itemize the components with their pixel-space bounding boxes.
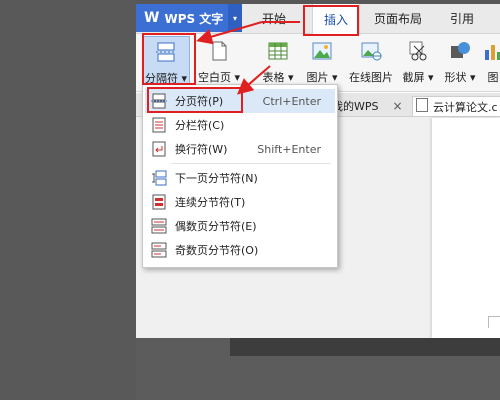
tab-page-layout[interactable]: 页面布局	[368, 4, 428, 32]
tab-references[interactable]: 引用	[442, 4, 482, 32]
continuous-section-icon	[152, 194, 166, 210]
menu-item-odd-page-section[interactable]: 奇数页分节符(O)	[145, 238, 335, 262]
doc-tab-label: 我的WPS	[332, 100, 379, 113]
blank-page-icon	[212, 41, 227, 61]
document-page[interactable]	[432, 118, 500, 338]
menu-item-shortcut: Ctrl+Enter	[262, 94, 321, 108]
app-name: WPS 文字	[164, 11, 224, 26]
menu-item-label: 分栏符(C)	[175, 119, 225, 132]
chart-label: 图	[487, 71, 499, 84]
page-corner-mark	[488, 316, 500, 328]
shape-icon	[451, 42, 470, 58]
screenshot-button[interactable]: 截屏 ▾	[400, 36, 436, 88]
screenshot-label: 截屏 ▾	[402, 71, 434, 84]
shape-label: 形状 ▾	[444, 71, 476, 84]
menu-item-continuous-section[interactable]: 连续分节符(T)	[145, 190, 335, 214]
scissors-icon	[409, 41, 427, 61]
table-label: 表格 ▾	[262, 71, 294, 84]
document-icon	[416, 98, 428, 112]
tab-home[interactable]: 开始	[254, 4, 294, 32]
menu-item-even-page-section[interactable]: 偶数页分节符(E)	[145, 214, 335, 238]
menu-item-line-break[interactable]: 换行符(W) Shift+Enter	[145, 137, 335, 161]
picture-label: 图片 ▾	[306, 71, 338, 84]
doc-tab-my-wps[interactable]: 我的WPS ×	[332, 96, 403, 116]
chart-button[interactable]: 图	[482, 36, 500, 88]
next-page-section-icon	[152, 170, 167, 186]
highlight-box-break-button	[142, 33, 196, 85]
menu-item-column-break[interactable]: 分栏符(C)	[145, 113, 335, 137]
wps-app-button[interactable]: W WPS 文字	[136, 4, 228, 32]
even-page-section-icon	[151, 218, 167, 234]
desktop-shadow	[230, 338, 500, 356]
close-icon[interactable]: ×	[393, 99, 403, 113]
highlight-box-insert-tab	[303, 5, 359, 36]
blank-page-label: 空白页 ▾	[197, 71, 241, 84]
chart-icon	[485, 45, 500, 60]
app-menu-caret[interactable]: ▾	[228, 4, 242, 32]
online-picture-button[interactable]: 在线图片	[346, 36, 396, 88]
desktop-background	[0, 0, 136, 400]
menu-item-next-page-section[interactable]: 下一页分节符(N)	[145, 166, 335, 190]
table-icon	[268, 42, 288, 60]
picture-icon	[312, 42, 332, 60]
menu-item-shortcut: Shift+Enter	[257, 142, 321, 156]
menu-item-label: 奇数页分节符(O)	[175, 244, 259, 257]
line-break-icon	[152, 141, 166, 157]
menu-item-label: 下一页分节符(N)	[175, 172, 258, 185]
menu-item-label: 连续分节符(T)	[175, 196, 246, 209]
column-break-icon	[152, 117, 166, 133]
online-picture-icon	[361, 42, 382, 61]
menu-item-label: 换行符(W)	[175, 143, 228, 156]
menu-item-label: 偶数页分节符(E)	[175, 220, 257, 233]
highlight-box-page-break	[147, 87, 243, 113]
picture-button[interactable]: 图片 ▾	[302, 36, 342, 88]
blank-page-button[interactable]: 空白页 ▾	[196, 36, 242, 88]
doc-tab-current[interactable]: 云计算论文.c	[412, 96, 500, 116]
shape-button[interactable]: 形状 ▾	[440, 36, 480, 88]
wps-logo-icon: W	[144, 10, 160, 26]
online-picture-label: 在线图片	[349, 71, 393, 84]
table-button[interactable]: 表格 ▾	[258, 36, 298, 88]
doc-tab-label: 云计算论文.c	[433, 100, 498, 114]
menu-separator	[171, 163, 331, 164]
odd-page-section-icon	[151, 242, 167, 258]
